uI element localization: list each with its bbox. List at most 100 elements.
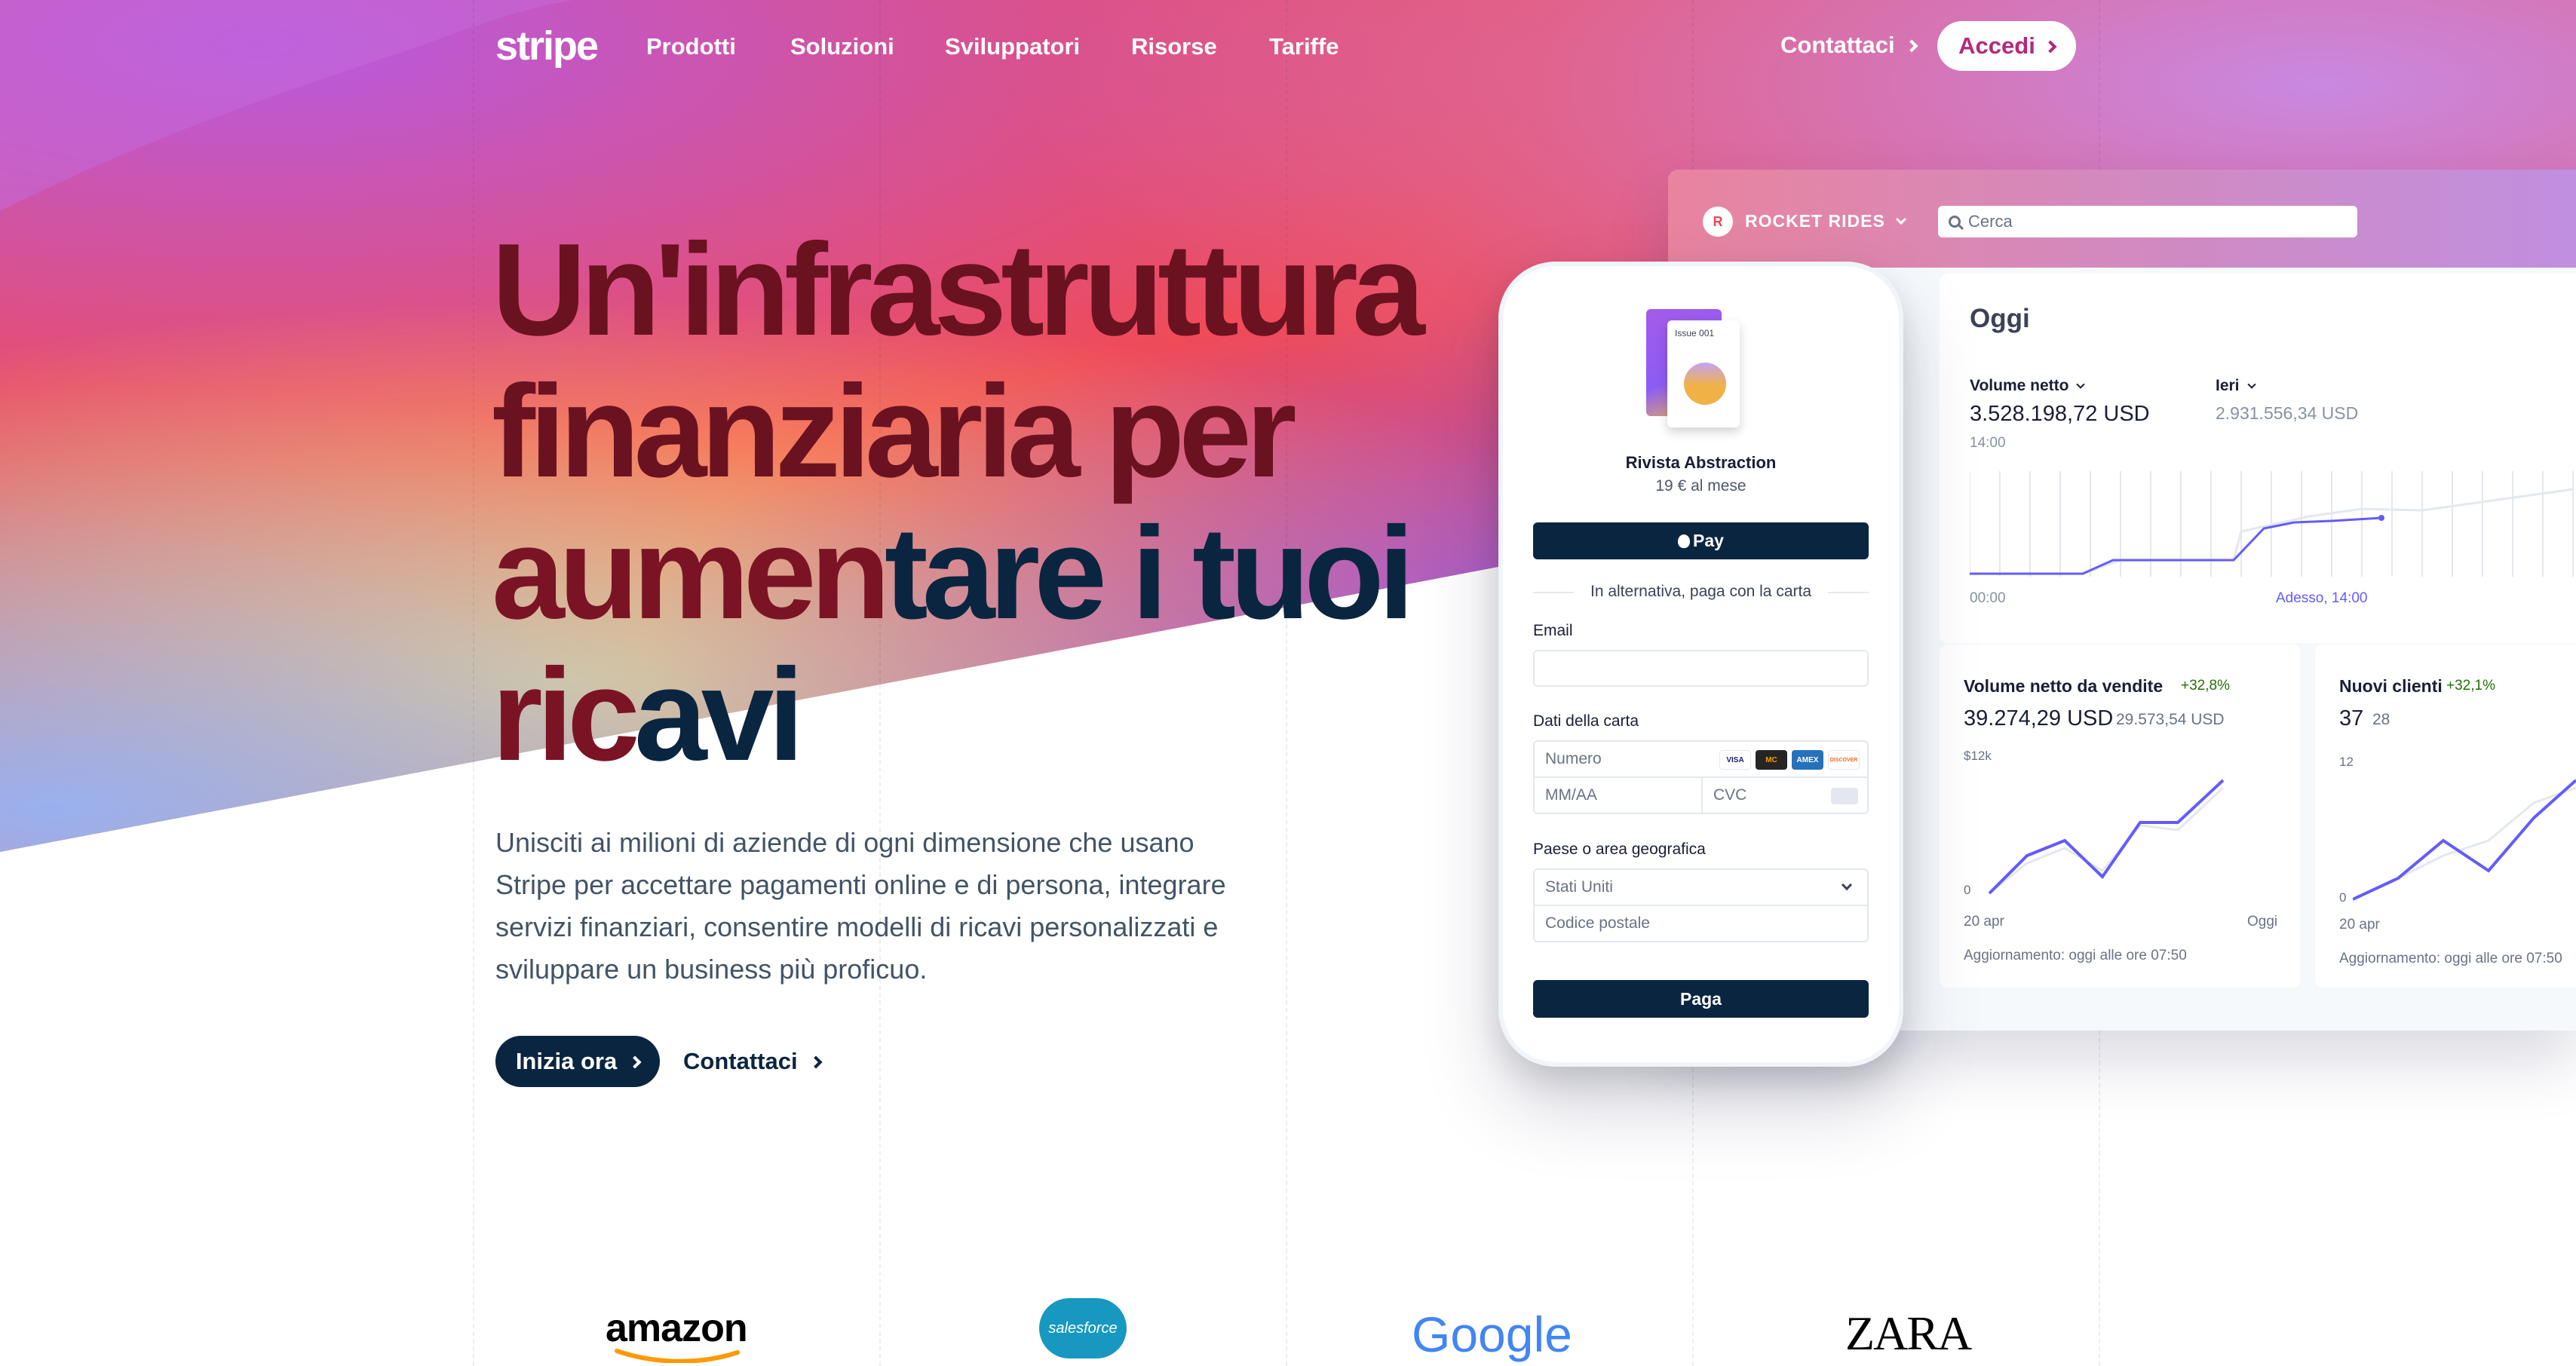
- stripe-logo[interactable]: stripe: [495, 23, 599, 69]
- dashboard-header: R ROCKET RIDES Cerca: [1668, 170, 2576, 268]
- chevron-right-icon: [1905, 39, 1918, 53]
- customers-card-value: 37: [2339, 706, 2364, 730]
- card-details-label: Dati della carta: [1533, 712, 1639, 730]
- sales-card-x-start: 20 apr: [1964, 914, 2004, 930]
- sales-card-value: 39.274,29 USD: [1964, 706, 2114, 730]
- pay-button[interactable]: Paga: [1533, 980, 1869, 1018]
- expiry-placeholder: MM/AA: [1545, 786, 1597, 804]
- account-switcher[interactable]: ROCKET RIDES: [1745, 211, 1906, 231]
- customers-card-previous: 28: [2372, 711, 2390, 728]
- headline-line-3: aumentare i tuoi: [492, 502, 1472, 644]
- divider-line-right: [1828, 592, 1869, 593]
- dashboard-search-input[interactable]: Cerca: [1938, 206, 2357, 237]
- chevron-down-icon: [1841, 879, 1853, 891]
- nav-item-pricing[interactable]: Tariffe: [1269, 33, 1339, 60]
- net-volume-label: Volume netto: [1970, 377, 2069, 394]
- apple-logo-icon: [1678, 534, 1691, 548]
- salesforce-logo: salesforce: [1039, 1298, 1127, 1358]
- nav-item-developers[interactable]: Sviluppatori: [945, 33, 1080, 60]
- hero-headline: Un'infrastruttura finanziaria per aument…: [492, 219, 1472, 786]
- search-placeholder: Cerca: [1968, 212, 2013, 231]
- nav-contact-link[interactable]: Contattaci: [1780, 32, 1918, 59]
- login-label: Accedi: [1958, 32, 2035, 59]
- start-now-button[interactable]: Inizia ora: [495, 1036, 660, 1087]
- expiry-field[interactable]: MM/AA: [1533, 776, 1703, 814]
- customers-card-updated: Aggiornamento: oggi alle ore 07:50: [2339, 951, 2562, 966]
- new-customers-card: Nuovi clienti +32,1% 37 28 12 0 20 apr A…: [2315, 645, 2576, 988]
- checkout-phone-mockup: Issue 001 Rivista Abstraction 19 € al me…: [1498, 262, 1903, 1067]
- country-value: Stati Uniti: [1545, 878, 1613, 896]
- today-title: Oggi: [1970, 304, 2030, 333]
- headline-line-4-part-1: ric: [492, 641, 640, 788]
- cvc-field[interactable]: CVC: [1701, 776, 1869, 814]
- account-name: ROCKET RIDES: [1745, 211, 1885, 231]
- sales-card-title: Volume netto da vendite: [1964, 676, 2164, 696]
- customers-card-y-zero: 0: [2339, 890, 2347, 905]
- nav-item-resources[interactable]: Risorse: [1131, 33, 1217, 60]
- headline-line-3-part-1: aumen: [492, 499, 891, 646]
- hero-subtext: Unisciti ai milioni di aziende di ogni d…: [495, 827, 1226, 985]
- chart-axis-now: Adesso, 14:00: [2276, 590, 2368, 606]
- net-volume-value: 3.528.198,72 USD: [1970, 402, 2150, 426]
- visa-icon: VISA: [1719, 750, 1751, 770]
- sales-card-delta: +32,8%: [2181, 678, 2230, 694]
- nav-contact-label: Contattaci: [1780, 32, 1895, 58]
- apple-pay-button[interactable]: Pay: [1533, 522, 1869, 559]
- today-panel: Oggi Volume netto 3.528.198,72 USD 14:00…: [1940, 274, 2576, 643]
- yesterday-label: Ieri: [2216, 377, 2240, 394]
- net-volume-time: 14:00: [1970, 435, 2006, 451]
- top-navigation: stripe Prodotti Soluzioni Sviluppatori R…: [0, 0, 2576, 93]
- sales-card-updated: Aggiornamento: oggi alle ore 07:50: [1964, 948, 2187, 963]
- headline-line-4: ricavi: [492, 644, 1472, 786]
- salesforce-logo-text: salesforce: [1048, 1319, 1118, 1337]
- headline-line-3-part-2: tare i tuoi: [884, 499, 1415, 646]
- headline-line-2: finanziaria per: [492, 357, 1297, 504]
- start-now-label: Inizia ora: [515, 1048, 618, 1074]
- email-field[interactable]: [1533, 650, 1869, 687]
- amazon-logo: amazon: [606, 1306, 748, 1350]
- chevron-right-icon: [628, 1055, 642, 1069]
- customers-card-y-top: 12: [2339, 755, 2354, 769]
- zara-logo: ZARA: [1845, 1306, 1972, 1360]
- amazon-smile-icon: [615, 1349, 740, 1363]
- magazine-cover-front: Issue 001: [1667, 320, 1740, 427]
- apple-pay-label: Pay: [1693, 531, 1724, 550]
- sales-line-chart: [1988, 779, 2225, 895]
- product-name: Rivista Abstraction: [1625, 453, 1777, 472]
- postal-code-field[interactable]: Codice postale: [1533, 905, 1869, 942]
- nav-item-products[interactable]: Prodotti: [646, 33, 736, 60]
- chevron-right-icon: [809, 1055, 823, 1069]
- customers-card-delta: +32,1%: [2446, 678, 2495, 694]
- product-price: 19 € al mese: [1655, 477, 1746, 495]
- comparison-selector[interactable]: Ieri: [2216, 377, 2256, 395]
- search-icon: [1949, 216, 1961, 228]
- chart-axis-start: 00:00: [1970, 590, 2006, 606]
- chevron-down-icon: [1895, 213, 1906, 225]
- sales-card-previous: 29.573,54 USD: [2116, 711, 2225, 728]
- yesterday-value: 2.931.556,34 USD: [2216, 403, 2359, 423]
- mastercard-icon: MC: [1756, 750, 1787, 770]
- sales-volume-card: Volume netto da vendite +32,8% 39.274,29…: [1940, 645, 2300, 988]
- google-logo: Google: [1412, 1306, 1572, 1362]
- contact-sales-link[interactable]: Contattaci: [683, 1036, 823, 1087]
- customer-logos: amazon salesforce Google ZARA: [0, 1282, 2576, 1366]
- headline-line-1: Un'infrastruttura: [492, 216, 1425, 363]
- sales-card-x-end: Oggi: [2247, 914, 2278, 930]
- today-volume-chart: [1970, 471, 2574, 577]
- net-volume-selector[interactable]: Volume netto: [1970, 377, 2086, 395]
- contact-sales-label: Contattaci: [683, 1048, 798, 1074]
- cvc-placeholder: CVC: [1713, 786, 1747, 804]
- customers-card-title: Nuovi clienti: [2339, 676, 2443, 696]
- nav-item-solutions[interactable]: Soluzioni: [790, 33, 894, 60]
- discover-icon: DISCOVER: [1828, 750, 1860, 770]
- card-brand-icons: VISA MC AMEX DISCOVER: [1719, 750, 1860, 770]
- login-button[interactable]: Accedi: [1937, 21, 2076, 71]
- chevron-down-icon: [2076, 380, 2086, 389]
- magazine-artwork: [1684, 363, 1726, 405]
- chevron-down-icon: [2246, 380, 2256, 389]
- amex-icon: AMEX: [1792, 750, 1823, 770]
- country-select[interactable]: Stati Uniti: [1533, 868, 1869, 906]
- customers-card-x-start: 20 apr: [2339, 917, 2380, 933]
- customers-line-chart: [2353, 779, 2576, 901]
- card-number-field[interactable]: Numero VISA MC AMEX DISCOVER: [1533, 740, 1869, 778]
